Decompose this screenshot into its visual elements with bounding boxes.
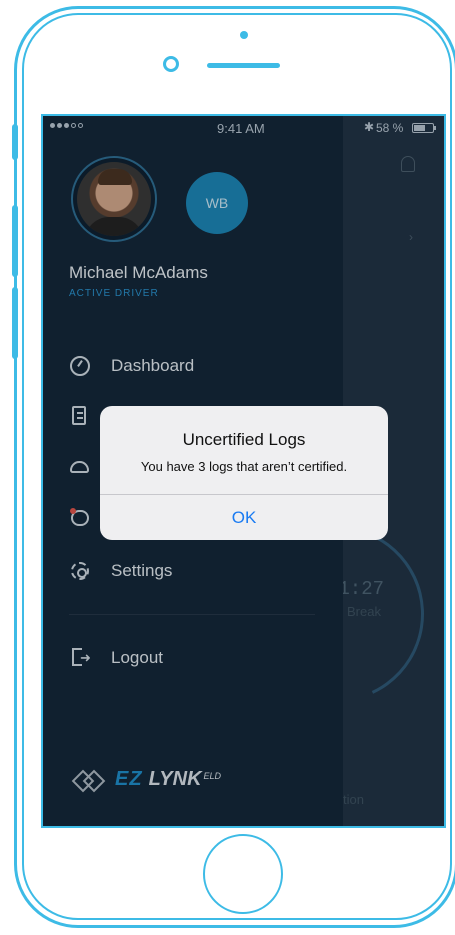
phone-screen: › 01:27 Break tion WB Michael McAdams AC…	[41, 114, 446, 828]
front-camera	[240, 31, 248, 39]
volume-down-button	[12, 287, 18, 359]
ok-button[interactable]: OK	[100, 495, 388, 540]
alert-title: Uncertified Logs	[182, 430, 306, 449]
proximity-sensor	[163, 56, 179, 72]
earpiece-speaker	[207, 63, 280, 68]
alert-message: You have 3 logs that aren’t certified.	[140, 459, 348, 474]
mute-switch	[12, 124, 18, 160]
volume-up-button	[12, 205, 18, 277]
home-button[interactable]	[203, 834, 283, 914]
uncertified-logs-alert: Uncertified Logs You have 3 logs that ar…	[100, 406, 388, 540]
